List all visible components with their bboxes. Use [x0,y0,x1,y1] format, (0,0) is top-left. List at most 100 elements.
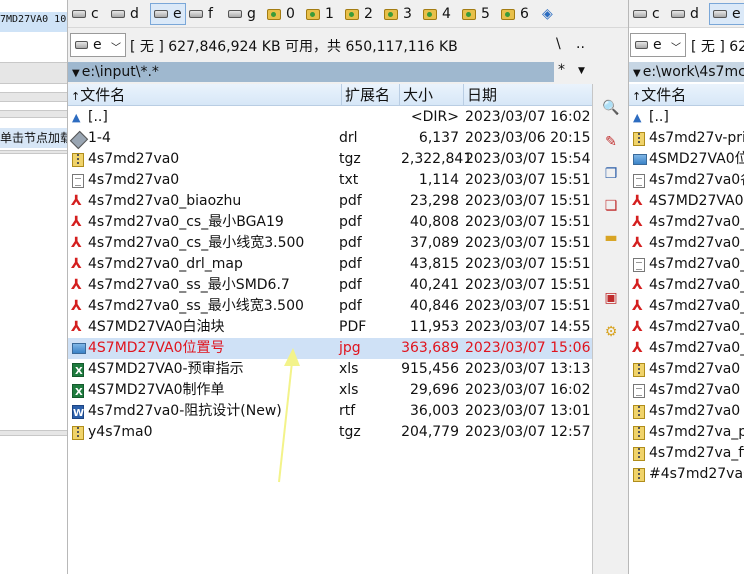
folder-icon [501,8,515,20]
parent-dir-button[interactable]: .. [576,36,585,52]
file-row[interactable]: 1-4 drl 6,137 2023/03/06 20:15 [68,128,592,150]
file-row[interactable]: 4s7md27va0 txt 1,114 2023/03/07 15:51 [68,170,592,191]
file-row[interactable]: ⅄ 4s7md27va0_b [629,338,744,359]
file-name: 4S7MD27VA0制作单 [88,382,225,398]
file-row[interactable]: ▲ [..] <DIR> 2023/03/07 16:02 [68,107,592,128]
file-row[interactable]: 4s7md27va0 tgz 2,322,841 2023/03/07 15:54 [68,149,592,170]
tree-band [0,110,67,118]
drive-button-6[interactable]: 6 [501,3,529,25]
file-row[interactable]: ⅄ 4s7md27va0_c [629,296,744,317]
move-icon[interactable]: ❏ [601,196,621,216]
file-row[interactable]: ⅄ 4s7md27va0_ss_最小SMD6.7 pdf 40,241 2023/03/… [68,275,592,296]
file-row[interactable]: ⅄ 4s7md27va0_c [629,317,744,338]
drive-button-e[interactable]: e [709,3,744,25]
file-row[interactable]: 4s7md27va0 [629,401,744,422]
file-row[interactable]: ⅄ 4s7md27va0_ss_最小线宽3.500 pdf 40,846 2023/03… [68,296,592,317]
column-size[interactable]: 大小 [400,84,464,106]
drive-button-g[interactable]: g [228,3,256,25]
scrollbar[interactable] [592,84,593,574]
file-ext: pdf [339,277,362,293]
file-size: 2,322,841 [401,151,473,167]
zip-icon [72,153,84,167]
file-row[interactable]: ⅄ 4s7md27va0_cs_最小线宽3.500 pdf 37,089 2023/03… [68,233,592,254]
file-row[interactable]: 4s7md27va0 [629,380,744,401]
file-row[interactable]: ⅄ 4s7md27va0_s [629,233,744,254]
copy-icon[interactable]: ❐ [601,164,621,184]
history-dropdown-icon[interactable]: ▼ [72,68,80,79]
drive-button-5[interactable]: 5 [462,3,490,25]
file-ext: drl [339,130,358,146]
history-dropdown-icon[interactable]: ▼ [633,68,641,79]
drive-button-2[interactable]: 2 [345,3,373,25]
view-icon[interactable]: 🔍 [601,98,621,118]
file-row[interactable]: ⅄ 4s7md27va0_c [629,275,744,296]
pdf-icon: ⅄ [632,298,643,314]
file-row[interactable]: 4s7md27va0各 [629,170,744,191]
file-row[interactable]: 4s7md27va0-阻抗设计(New) rtf 36,003 2023/03/07 … [68,401,592,424]
file-row[interactable]: ▲ [..] [629,107,744,128]
tree-band [0,430,67,436]
drive-label: 5 [481,6,490,22]
file-row[interactable]: 4S7MD27VA0-预审指示 xls 915,456 2023/03/07 13:1… [68,359,592,382]
file-date: 2023/03/07 13:01 [465,403,591,419]
column-name[interactable]: ↑文件名 [68,84,342,106]
root-dir-button[interactable]: \ [556,36,561,52]
txt-icon [633,258,645,272]
load-node-hint[interactable]: 单击节点加载 [0,128,67,148]
right-drive-select[interactable]: e ﹀ [630,33,686,57]
zip-icon [633,447,645,461]
drive-button-d[interactable]: d [111,3,139,25]
path-bar[interactable]: ▼ e:\input\*.* [68,62,554,82]
drive-button-c[interactable]: c [633,3,660,25]
path-filter[interactable]: * [558,62,565,78]
right-file-list[interactable]: ↑文件名 ▲ [..] 4s7md27v-prir 4SMD27VA0位 4s7md27… [629,84,744,574]
pack-icon[interactable]: ▣ [601,288,621,308]
network-drive-icon[interactable]: ◈ [542,3,553,25]
file-row[interactable]: 4s7md27va_fil [629,443,744,464]
file-size: 40,241 [410,277,459,293]
file-row[interactable]: ⅄ 4s7md27va0_drl_map pdf 43,815 2023/03/07 1… [68,254,592,275]
column-date[interactable]: 日期 [464,84,592,106]
edit-icon[interactable]: ✎ [601,132,621,152]
right-column-name[interactable]: ↑文件名 [629,84,744,106]
file-list-panel[interactable]: ↑文件名 扩展名 大小 日期 ▲ [..] <DIR> 2023/03/07 16:0… [68,84,592,574]
drive-button-3[interactable]: 3 [384,3,412,25]
file-row[interactable]: ⅄ 4S7MD27VA0白 [629,191,744,212]
drive-button-1[interactable]: 1 [306,3,334,25]
file-name: 4s7md27va0 [88,151,180,167]
drive-button-4[interactable]: 4 [423,3,451,25]
file-row[interactable]: 4S7MD27VA0制作单 xls 29,696 2023/03/07 16:02 [68,380,592,403]
file-row[interactable]: ⅄ 4s7md27va0_s [629,212,744,233]
new-folder-icon[interactable]: ▬ [601,228,621,248]
file-row[interactable]: 4SMD27VA0位 [629,149,744,170]
file-ext: PDF [339,319,367,335]
file-row[interactable]: 4s7md27va_pa [629,422,744,443]
file-row[interactable]: 4s7md27v-prir [629,128,744,149]
column-ext[interactable]: 扩展名 [342,84,400,106]
up-icon: ▲ [72,111,81,124]
filter-dropdown-icon[interactable]: ▼ [578,66,585,76]
file-name: 4S7MD27VA0-预审指示 [88,361,244,377]
file-row[interactable]: #4s7md27va0 [629,464,744,485]
disk-icon [75,41,88,49]
file-row[interactable]: ⅄ 4s7md27va0_biaozhu pdf 23,298 2023/03/07 1… [68,191,592,212]
right-path-bar[interactable]: ▼ e:\work\4s7mc [629,62,744,82]
drive-button-e[interactable]: e [150,3,186,25]
file-row[interactable]: ⅄ 4S7MD27VA0白油块 PDF 11,953 2023/03/07 14:55 [68,317,592,338]
file-row[interactable]: ⅄ 4s7md27va0_cs_最小BGA19 pdf 40,808 2023/03/0… [68,212,592,233]
zip-icon [633,405,645,419]
file-row[interactable]: 4S7MD27VA0位置号 jpg 363,689 2023/03/07 15:06 [68,338,592,359]
file-row[interactable]: 4s7md27va0_n [629,254,744,275]
drive-button-f[interactable]: f [189,3,213,25]
drive-button-d[interactable]: d [671,3,699,25]
folder-settings-icon[interactable]: ⚙ [601,322,621,342]
file-row[interactable]: y4s7ma0 tgz 204,779 2023/03/07 12:57 [68,422,592,443]
right-free-space-bar: e ﹀ [ 无 ] 62 [629,32,744,58]
drive-button-c[interactable]: c [72,3,99,25]
file-date: 2023/03/07 15:51 [465,256,591,272]
folder-icon [306,8,320,20]
file-row[interactable]: 4s7md27va0 [629,359,744,380]
file-ext: txt [339,172,359,188]
drive-select[interactable]: e ﹀ [70,33,126,57]
drive-button-0[interactable]: 0 [267,3,295,25]
